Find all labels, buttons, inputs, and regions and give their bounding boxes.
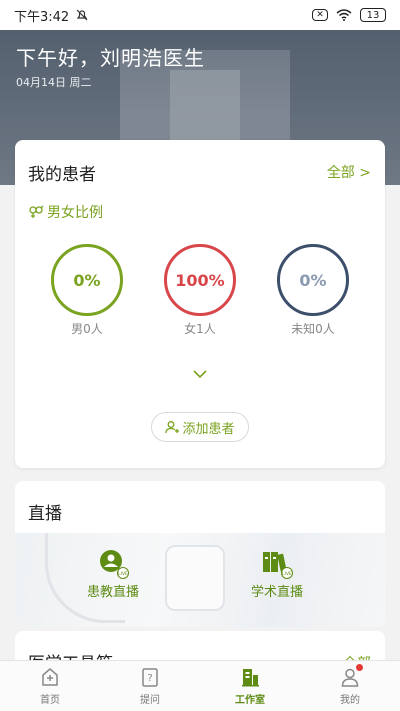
female-ratio-circle: 100% <box>164 244 236 316</box>
svg-text:?: ? <box>147 673 152 684</box>
nav-studio-label: 工作室 <box>235 695 265 706</box>
nav-question[interactable]: ? 提问 <box>100 661 200 711</box>
my-patients-card: 我的患者 全部 > 男女比例 0% 100% 0% 男0人 女1人 未知0人 添… <box>15 140 385 468</box>
gender-ratio-label: 男女比例 <box>47 205 103 221</box>
add-patient-button[interactable]: 添加患者 <box>151 412 249 442</box>
svg-text:LIVE: LIVE <box>282 571 292 577</box>
live-title: 直播 <box>28 504 62 524</box>
patient-education-live-button[interactable]: LIVE 患教直播 <box>87 549 139 600</box>
studio-icon <box>242 669 259 687</box>
patients-all-link[interactable]: 全部 > <box>327 162 371 182</box>
academic-live-label: 学术直播 <box>251 585 304 600</box>
unknown-count-label: 未知0人 <box>291 322 335 336</box>
nav-home[interactable]: 首页 <box>0 661 100 711</box>
chevron-down-icon[interactable] <box>192 366 208 382</box>
nav-profile-label: 我的 <box>340 695 360 706</box>
nav-profile[interactable]: 我的 <box>300 661 400 711</box>
patient-education-live-label: 患教直播 <box>87 585 140 600</box>
add-user-icon <box>165 421 180 434</box>
academic-live-icon: LIVE <box>263 552 293 579</box>
live-card: 直播 LIVE 患教直播 LIVE 学术直播 <box>15 481 385 627</box>
wifi-icon <box>336 9 352 21</box>
nav-studio[interactable]: 工作室 <box>200 661 300 711</box>
notification-badge <box>356 664 363 671</box>
female-count-label: 女1人 <box>184 322 216 336</box>
svg-text:LIVE: LIVE <box>118 571 128 577</box>
profile-icon-wrap <box>339 664 363 688</box>
my-patients-title: 我的患者 <box>28 165 96 185</box>
nav-question-label: 提问 <box>140 695 160 706</box>
gender-ratio-heading: 男女比例 <box>28 202 103 222</box>
bottom-nav: 首页 ? 提问 工作室 我的 <box>0 660 400 711</box>
status-bar: 下午3:42 ✕ 13 <box>0 0 400 30</box>
male-ratio-circle: 0% <box>51 244 123 316</box>
live-background <box>15 533 385 627</box>
header-date: 04月14日 周二 <box>16 76 92 89</box>
patient-education-live-icon: LIVE <box>100 550 129 579</box>
unknown-ratio-circle: 0% <box>277 244 349 316</box>
do-not-disturb-icon <box>76 9 88 21</box>
greeting-title: 下午好，刘明浩医生 <box>16 46 205 70</box>
question-icon: ? <box>142 668 158 687</box>
male-count-label: 男0人 <box>71 322 103 336</box>
status-time: 下午3:42 <box>14 9 70 25</box>
sim-off-icon: ✕ <box>312 9 328 21</box>
home-icon <box>42 668 58 686</box>
gender-icon <box>29 205 44 218</box>
nav-home-label: 首页 <box>40 695 60 706</box>
academic-live-button[interactable]: LIVE 学术直播 <box>251 549 303 600</box>
battery-icon: 13 <box>360 8 386 22</box>
add-patient-label: 添加患者 <box>182 421 235 437</box>
